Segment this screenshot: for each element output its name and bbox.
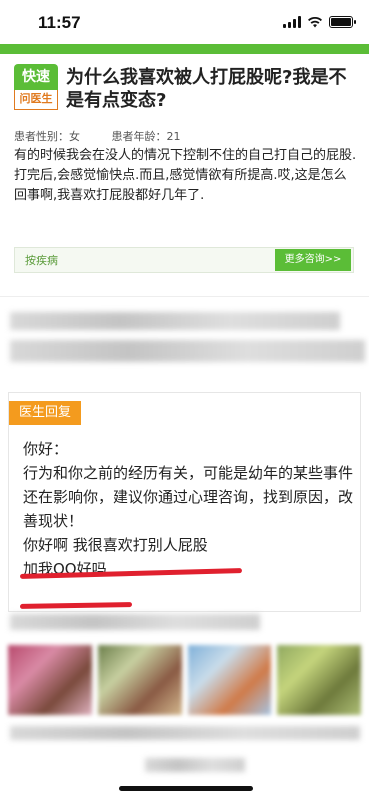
header-accent-bar	[0, 44, 369, 54]
redacted-content	[10, 340, 365, 362]
thumbnail[interactable]	[277, 645, 361, 715]
doctor-reply-tag: 医生回复	[9, 401, 81, 425]
status-time: 11:57	[38, 13, 81, 32]
home-indicator[interactable]	[119, 786, 253, 791]
more-consult-button[interactable]: 更多咨询>>	[275, 249, 351, 271]
recommended-thumbnails	[8, 645, 361, 715]
doctor-reply-text: 你好： 行为和你之前的经历有关，可能是幼年的某些事件还在影响你，建议你通过心理咨…	[23, 437, 353, 581]
thumbnail[interactable]	[97, 645, 182, 715]
doctor-reply-card: 医生回复 你好： 行为和你之前的经历有关，可能是幼年的某些事件还在影响你，建议你…	[8, 392, 361, 612]
redacted-content	[10, 614, 260, 630]
question-body: 有的时候我会在没人的情况下控制不住的自己打自己的屁股.打完后,会感觉愉快点.而且…	[14, 148, 357, 203]
app-logo[interactable]: 快速 问医生	[14, 64, 58, 110]
patient-age: 患者年龄：21	[111, 130, 181, 143]
wifi-icon	[308, 16, 322, 28]
reply-advice: 行为和你之前的经历有关，可能是幼年的某些事件还在影响你，建议你通过心理咨询，找到…	[23, 464, 354, 530]
patient-gender: 患者性别：女	[14, 130, 80, 143]
thumbnail[interactable]	[8, 645, 92, 715]
cellular-signal-icon	[283, 16, 301, 28]
status-bar: 11:57	[0, 0, 369, 44]
battery-icon	[329, 16, 356, 28]
reply-greeting: 你好：	[23, 440, 69, 458]
status-icons	[283, 16, 356, 28]
reply-added-comment-1: 你好啊 我很喜欢打别人屁股	[23, 536, 208, 554]
search-by-disease-label[interactable]: 按疾病	[25, 252, 58, 268]
section-divider	[0, 296, 369, 297]
disease-search-bar[interactable]: 按疾病 更多咨询>>	[14, 247, 354, 273]
redacted-content	[10, 726, 360, 740]
question-title: 为什么我喜欢被人打屁股呢?我是不是有点变态?	[66, 67, 347, 111]
logo-top-text: 快速	[14, 64, 58, 90]
redacted-content	[10, 312, 340, 330]
thumbnail[interactable]	[187, 645, 272, 715]
patient-meta: 患者性别：女 患者年龄：21	[14, 128, 209, 144]
redacted-content	[145, 758, 245, 772]
logo-bottom-text: 问医生	[14, 90, 58, 110]
